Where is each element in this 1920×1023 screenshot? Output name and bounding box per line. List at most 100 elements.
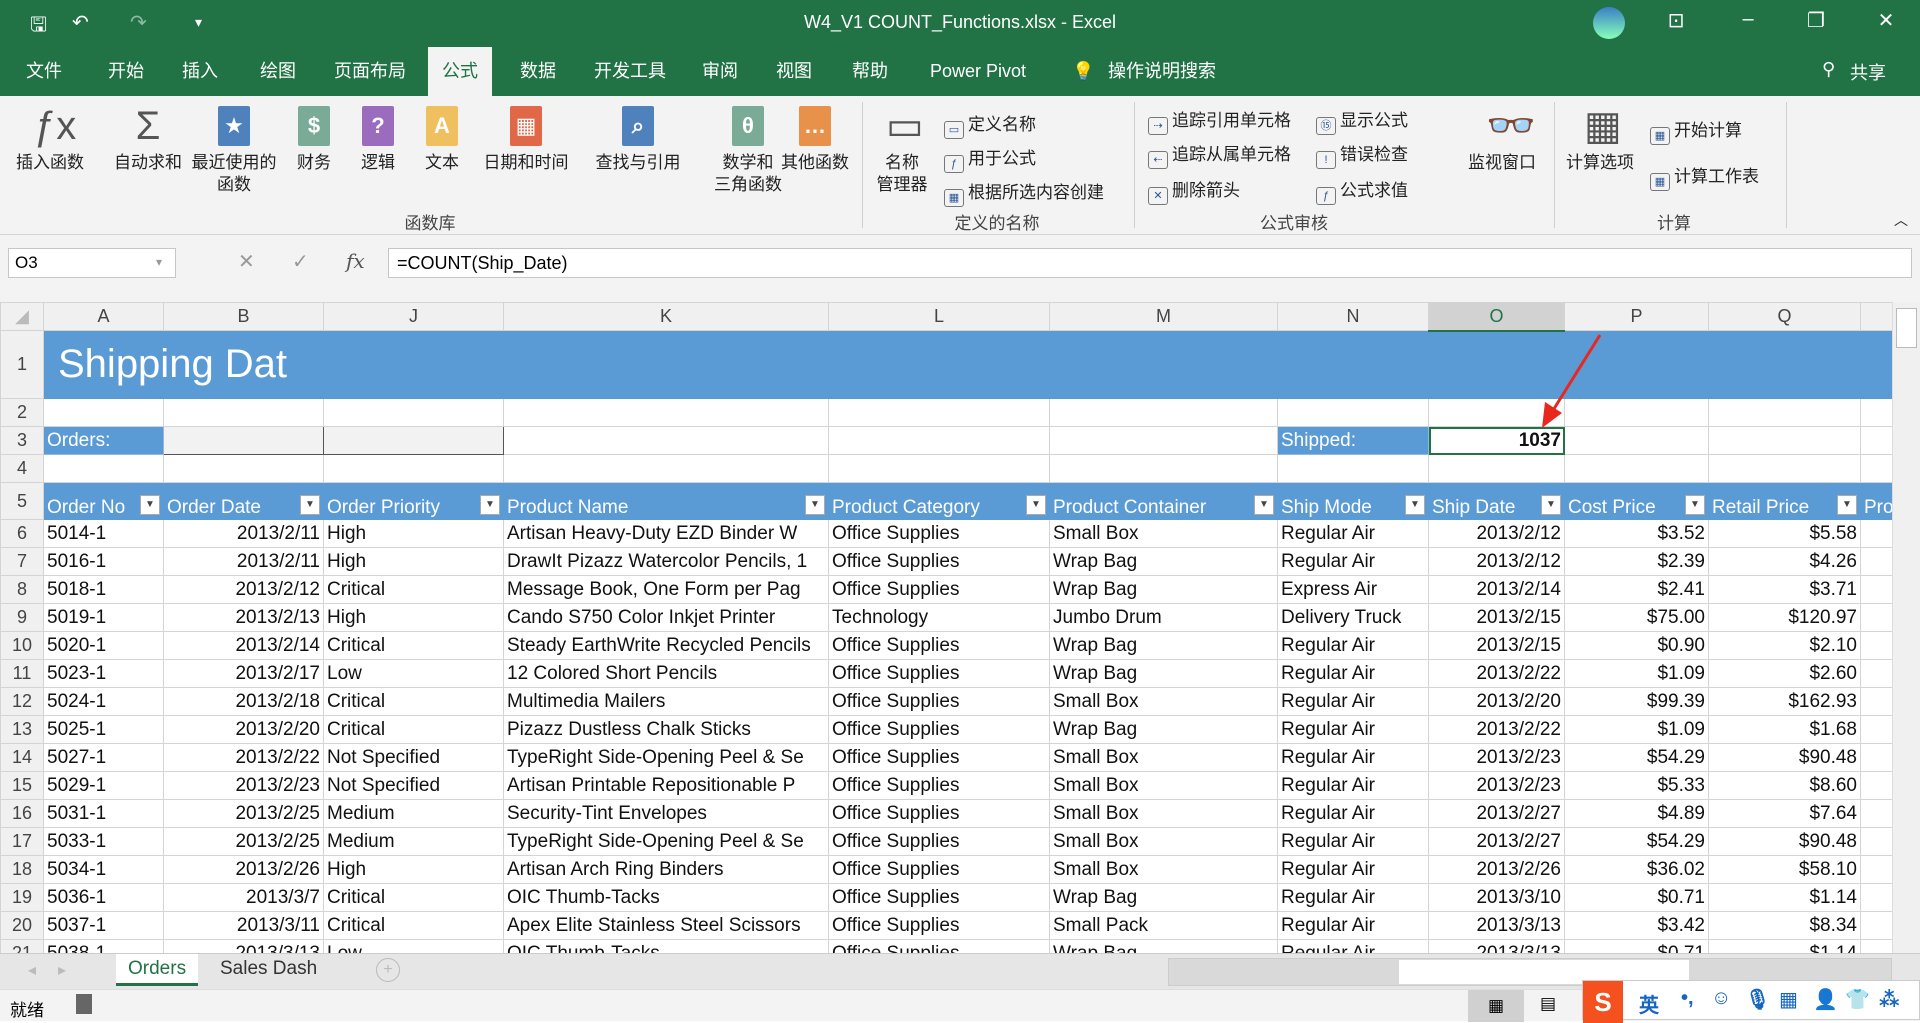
chevron-down-icon[interactable]: ▾ xyxy=(156,255,162,269)
cell[interactable]: $4.89 xyxy=(1564,799,1709,828)
cell[interactable]: Office Supplies xyxy=(828,911,1050,940)
ribbon-button-1[interactable]: ƒ 用于公式 xyxy=(944,144,1036,173)
cell[interactable]: $2.39 xyxy=(1564,547,1709,576)
banner-cell[interactable] xyxy=(323,330,504,399)
cell[interactable]: High xyxy=(323,547,504,576)
cell[interactable]: $5.58 xyxy=(1708,519,1861,548)
cell[interactable]: $54.29 xyxy=(1564,743,1709,772)
filter-dropdown-icon[interactable]: ▼ xyxy=(1685,495,1705,515)
ribbon-display-icon[interactable]: ⊡ xyxy=(1656,8,1696,33)
cell[interactable] xyxy=(1708,398,1861,427)
column-header[interactable]: M xyxy=(1049,302,1278,331)
cell[interactable]: 2013/2/22 xyxy=(1428,659,1565,688)
cell[interactable]: Technology xyxy=(828,603,1050,632)
cell[interactable]: Office Supplies xyxy=(828,883,1050,912)
cell[interactable]: Office Supplies xyxy=(828,519,1050,548)
enter-icon[interactable]: ✓ xyxy=(292,249,309,274)
scroll-right-icon[interactable]: ▸ xyxy=(58,960,66,980)
cell[interactable]: $3.52 xyxy=(1564,519,1709,548)
tab-10[interactable]: 帮助 xyxy=(838,47,902,96)
cell[interactable]: $1.14 xyxy=(1708,883,1861,912)
cell[interactable] xyxy=(1564,426,1709,455)
cell[interactable]: 5025-1 xyxy=(43,715,164,744)
column-header[interactable]: Q xyxy=(1708,302,1861,331)
vertical-scrollbar[interactable] xyxy=(1892,302,1920,953)
cell[interactable]: 2013/2/17 xyxy=(163,659,324,688)
cell[interactable]: Wrap Bag xyxy=(1049,659,1278,688)
cell[interactable]: Pizazz Dustless Chalk Sticks xyxy=(503,715,829,744)
macro-record-icon[interactable] xyxy=(76,994,92,1014)
cell[interactable]: Regular Air xyxy=(1277,547,1429,576)
banner-cell[interactable] xyxy=(1708,330,1861,399)
cell[interactable]: 12 Colored Short Pencils xyxy=(503,659,829,688)
cell[interactable]: Artisan Printable Repositionable P xyxy=(503,771,829,800)
column-title[interactable]: Order No ▼ xyxy=(43,482,164,520)
cell[interactable]: Regular Air xyxy=(1277,631,1429,660)
cell[interactable]: $5.33 xyxy=(1564,771,1709,800)
cell[interactable]: Not Specified xyxy=(323,743,504,772)
column-title[interactable]: Order Priority ▼ xyxy=(323,482,504,520)
cell[interactable]: 5023-1 xyxy=(43,659,164,688)
scroll-thumb[interactable] xyxy=(1896,308,1917,348)
cell[interactable]: 2013/3/7 xyxy=(163,883,324,912)
row-header[interactable]: 16 xyxy=(0,799,44,828)
cell[interactable]: $0.71 xyxy=(1564,883,1709,912)
cell[interactable] xyxy=(323,398,504,427)
banner-cell[interactable] xyxy=(1428,330,1565,399)
keyboard-icon[interactable]: ▦ xyxy=(1779,987,1798,1012)
cell[interactable]: $1.09 xyxy=(1564,715,1709,744)
cell[interactable]: $3.42 xyxy=(1564,911,1709,940)
row-header[interactable]: 19 xyxy=(0,883,44,912)
cell[interactable]: 2013/2/13 xyxy=(163,603,324,632)
spreadsheet-grid[interactable]: ◢ A B J K L M N O P Q 1 Shipping Dat 2 3 Orders: Shipped… xyxy=(0,302,1898,968)
column-title[interactable]: Cost Price ▼ xyxy=(1564,482,1709,520)
user-icon[interactable]: 👤 xyxy=(1813,987,1838,1012)
orders-input[interactable] xyxy=(163,426,324,455)
cell[interactable]: Small Box xyxy=(1049,799,1278,828)
column-header[interactable]: A xyxy=(43,302,164,331)
cell[interactable]: $90.48 xyxy=(1708,743,1861,772)
cell[interactable]: DrawIt Pizazz Watercolor Pencils, 1 xyxy=(503,547,829,576)
tab-3[interactable]: 绘图 xyxy=(246,47,310,96)
row-header[interactable]: 14 xyxy=(0,743,44,772)
orders-label[interactable]: Orders: xyxy=(43,426,164,455)
sheet-tab-orders[interactable]: Orders xyxy=(116,954,199,986)
cell[interactable]: $2.10 xyxy=(1708,631,1861,660)
cell[interactable]: Regular Air xyxy=(1277,911,1429,940)
cell[interactable]: Regular Air xyxy=(1277,855,1429,884)
normal-view-icon[interactable]: ▦ xyxy=(1468,990,1524,1022)
cell[interactable]: $75.00 xyxy=(1564,603,1709,632)
cell[interactable]: $7.64 xyxy=(1708,799,1861,828)
coins-book-button[interactable]: $ 财务 xyxy=(292,106,336,174)
cell[interactable]: 2013/2/23 xyxy=(1428,771,1565,800)
cell[interactable]: Delivery Truck xyxy=(1277,603,1429,632)
column-title[interactable]: Product Name ▼ xyxy=(503,482,829,520)
cell[interactable]: High xyxy=(323,519,504,548)
add-sheet-icon[interactable]: + xyxy=(376,958,400,982)
cell[interactable]: Critical xyxy=(323,687,504,716)
cell[interactable] xyxy=(43,454,164,483)
banner-cell[interactable] xyxy=(503,330,829,399)
cell[interactable]: 2013/2/12 xyxy=(1428,547,1565,576)
sheet-tab-sales-dash[interactable]: Sales Dash xyxy=(208,954,329,986)
cell[interactable]: Express Air xyxy=(1277,575,1429,604)
cell[interactable]: 2013/2/27 xyxy=(1428,799,1565,828)
filter-dropdown-icon[interactable]: ▼ xyxy=(480,495,500,515)
cell[interactable]: 2013/2/15 xyxy=(1428,603,1565,632)
scroll-left-icon[interactable]: ◂ xyxy=(28,960,36,980)
orders-input[interactable] xyxy=(323,426,504,455)
minimize-icon[interactable]: – xyxy=(1728,8,1768,31)
cell[interactable]: 5036-1 xyxy=(43,883,164,912)
cell[interactable]: 5034-1 xyxy=(43,855,164,884)
banner-cell[interactable] xyxy=(828,330,1050,399)
cell[interactable] xyxy=(828,454,1050,483)
cell[interactable] xyxy=(1428,398,1565,427)
cell[interactable]: Artisan Arch Ring Binders xyxy=(503,855,829,884)
tab-8[interactable]: 审阅 xyxy=(688,47,752,96)
banner-cell[interactable] xyxy=(1277,330,1429,399)
column-title[interactable]: Product Category ▼ xyxy=(828,482,1050,520)
cell[interactable]: $90.48 xyxy=(1708,827,1861,856)
page-layout-icon[interactable]: ▤ xyxy=(1540,994,1556,1014)
cell[interactable]: 2013/2/14 xyxy=(1428,575,1565,604)
ribbon-button-10[interactable]: ▦ 计算工作表 xyxy=(1650,162,1759,191)
